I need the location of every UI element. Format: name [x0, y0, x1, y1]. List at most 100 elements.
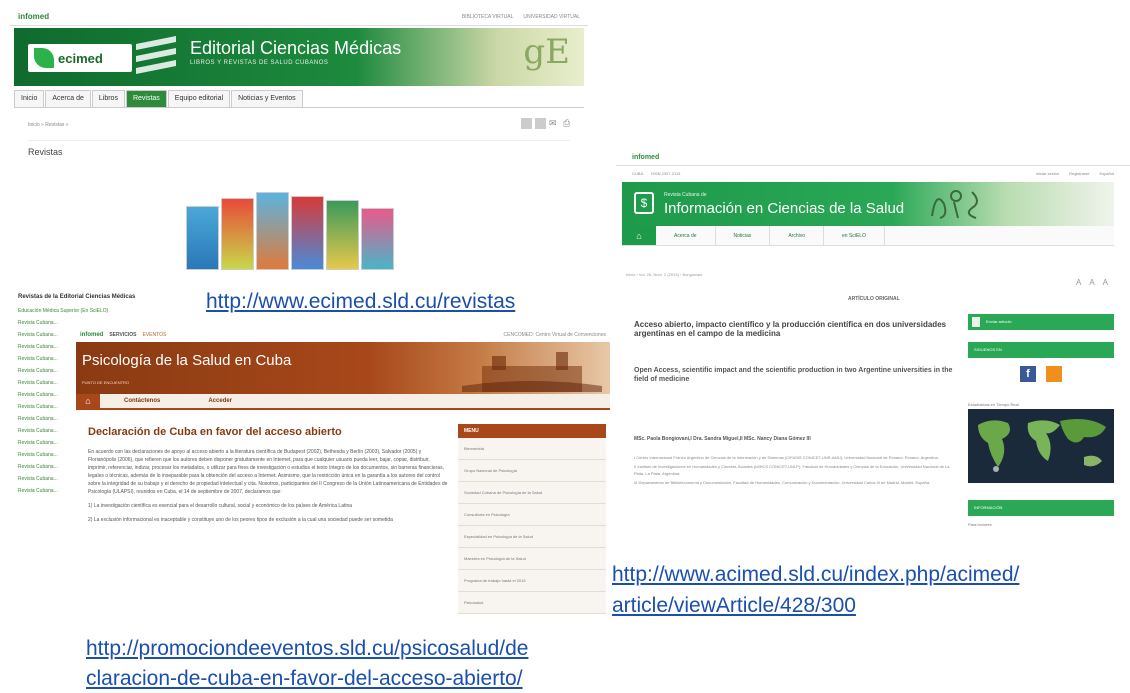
world-map-icon[interactable] [968, 409, 1114, 483]
cover-1 [186, 206, 219, 270]
print-icon[interactable]: ⎙ [563, 118, 574, 129]
declaration-heading: Declaración de Cuba en favor del acceso … [88, 426, 342, 438]
nav-contactenos[interactable]: Contáctenos [100, 398, 184, 404]
psicosalud-url-link-line1[interactable]: http://promociondeeventos.sld.cu/psicosa… [86, 637, 528, 661]
font-large-button[interactable]: A [1103, 278, 1108, 287]
article-title-en: Open Access, scientific impact and the s… [634, 367, 953, 383]
login-link[interactable]: Iniciar sesión [1036, 171, 1059, 176]
font-medium-button[interactable]: A [1089, 278, 1094, 287]
ecimed-title: Editorial Ciencias Médicas [190, 38, 402, 58]
menu-item[interactable]: Consultoría en Psicología [458, 504, 606, 526]
nav-inicio[interactable]: Inicio [14, 90, 45, 107]
breadcrumb: Inicio › Vol. 26, Núm. 2 (2015) › Bongio… [626, 272, 703, 277]
font-increase-icon[interactable] [535, 118, 546, 129]
ecimed-url-link[interactable]: http://www.ecimed.sld.cu/revistas [206, 290, 515, 314]
menu-item[interactable]: Maestría en Psicología de la Salud [458, 548, 606, 570]
menu-item[interactable]: Psicosalud [458, 592, 606, 614]
servicios-link[interactable]: SERVICIOS [109, 332, 136, 338]
ecimed-logo[interactable]: ecimed [28, 44, 132, 72]
nav-revistas[interactable]: Revistas [125, 90, 167, 107]
nav-equipo-editorial[interactable]: Equipo editorial [167, 90, 231, 107]
psico-title: Psicología de la Salud en Cuba [82, 352, 292, 369]
font-size-controls: A A A [1076, 278, 1108, 287]
follow-us-heading: SIGUENOS EN [968, 342, 1114, 358]
castle-icon [462, 352, 602, 392]
acimed-url-link-line2[interactable]: article/viewArticle/428/300 [612, 594, 856, 618]
acimed-subbar: CUBA ISSN 2307-2113 Iniciar sesión Regis… [616, 166, 1130, 180]
nav-archivo[interactable]: Archivo [770, 226, 824, 245]
list-item[interactable]: Educación Médica Superior (En SciELO) [18, 305, 178, 317]
menu-item[interactable]: Grupo Nacional de Psicología [458, 460, 606, 482]
information-heading: INFORMACIÓN [968, 500, 1114, 516]
acimed-title: Información en Ciencias de la Salud [664, 200, 905, 217]
cover-5 [326, 200, 359, 270]
article-affiliations: I Centro Internacional Franco Argentino … [634, 454, 954, 488]
ecimed-screenshot: infomed BIBLIOTECA VIRTUAL UNIVERSIDAD V… [10, 8, 588, 285]
ecimed-nav: Inicio Acerca de Libros Revistas Equipo … [14, 90, 584, 108]
infomed-logo[interactable]: infomed [632, 154, 659, 161]
affiliation: III Departamento de Biblioteconomía y Do… [634, 480, 931, 485]
email-icon[interactable]: ✉ [549, 118, 560, 129]
universidad-virtual-link[interactable]: UNIVERSIDAD VIRTUAL [523, 14, 580, 20]
for-readers-link[interactable]: Para lectores [968, 522, 1114, 527]
nav-libros[interactable]: Libros [91, 90, 125, 107]
journal-logo-icon: $ [634, 192, 654, 214]
decorative-figures-icon [931, 190, 978, 219]
biblioteca-virtual-link[interactable]: BIBLIOTECA VIRTUAL [462, 14, 514, 20]
nav-acerca-de[interactable]: Acerca de [656, 226, 716, 245]
affiliation: I Centro Internacional Franco Argentino … [634, 455, 939, 460]
cover-6 [361, 208, 394, 270]
cover-3 [256, 192, 289, 270]
cencomed-link[interactable]: CENCOMED: Centro Virtual de Convenciones [504, 332, 606, 338]
psico-subtitle: PUNTO DE ENCUENTRO [82, 380, 130, 385]
paragraph: 2) La exclusión informacional es inacept… [88, 517, 393, 523]
send-article-button[interactable]: Enviar artículo [968, 314, 1114, 330]
nav-en-scielo[interactable]: en SciELO [824, 226, 885, 245]
menu-item[interactable]: Sociedad Cubana de Psicología de la Salu… [458, 482, 606, 504]
journal-covers-image [186, 186, 394, 270]
menu-item[interactable]: Especialidad en Psicología de la Salud [458, 526, 606, 548]
paragraph: 1) La investigación científica es esenci… [88, 503, 353, 509]
psico-banner: Psicología de la Salud en Cuba PUNTO DE … [76, 342, 610, 394]
nav-noticias[interactable]: Noticias [716, 226, 771, 245]
acimed-topbar: infomed [616, 150, 1130, 166]
acimed-sidebar: Enviar artículo SIGUENOS EN f Estadístic… [968, 314, 1114, 527]
home-icon[interactable]: ⌂ [622, 226, 656, 245]
article-title-es: Acceso abierto, impacto científico y la … [634, 320, 947, 338]
font-small-button[interactable]: A [1076, 278, 1081, 287]
psicosalud-url-link-line2[interactable]: claracion-de-cuba-en-favor-del-acceso-ab… [86, 667, 523, 691]
infomed-logo[interactable]: infomed [80, 332, 103, 338]
article-type: ARTÍCULO ORIGINAL [848, 296, 900, 302]
ecimed-banner: ecimed Editorial Ciencias Médicas LIBROS… [14, 28, 584, 86]
breadcrumb: Inicio » Revistas » [28, 122, 69, 128]
facebook-icon[interactable]: f [1020, 366, 1036, 382]
page-tools: ✉ ⎙ [521, 118, 574, 129]
page-title: Revistas [28, 147, 63, 157]
issn-label: ISSN 2307-2113 [651, 170, 681, 176]
ecimed-topbar: infomed BIBLIOTECA VIRTUAL UNIVERSIDAD V… [10, 8, 588, 26]
acimed-screenshot: infomed CUBA ISSN 2307-2113 Iniciar sesi… [616, 150, 1130, 556]
eventos-link[interactable]: EVENTOS [142, 332, 166, 338]
rss-icon[interactable] [1046, 366, 1062, 382]
menu-item[interactable]: Programa de trabajo hasta el 2015 [458, 570, 606, 592]
language-select[interactable]: Español [1100, 171, 1114, 176]
psicosalud-screenshot: infomed SERVICIOS EVENTOS CENCOMED: Cent… [76, 328, 610, 628]
infomed-logo[interactable]: infomed [18, 12, 49, 21]
acimed-nav: ⌂ Acerca de Noticias Archivo en SciELO [622, 226, 1114, 246]
nav-noticias-eventos[interactable]: Noticias y Eventos [231, 90, 303, 107]
revistas-list-heading: Revistas de la Editorial Ciencias Médica… [18, 294, 136, 300]
menu-item[interactable]: Bienvenida [458, 438, 606, 460]
nav-acerca-de[interactable]: Acerca de [45, 90, 91, 107]
psico-nav: ⌂ Contáctenos Acceder [76, 393, 610, 410]
affiliation: II Instituto de Investigaciones en Human… [634, 464, 950, 476]
ecimed-subtitle: LIBROS Y REVISTAS DE SALUD CUBANOS [190, 60, 329, 66]
country-label: CUBA [632, 170, 644, 176]
acimed-url-link-line1[interactable]: http://www.acimed.sld.cu/index.php/acime… [612, 563, 1019, 587]
font-decrease-icon[interactable] [521, 118, 532, 129]
register-link[interactable]: Registrarse [1069, 171, 1089, 176]
ecimed-brand-text: ecimed [58, 50, 103, 66]
paragraph: En acuerdo con las declaraciones de apoy… [88, 449, 448, 495]
home-icon[interactable]: ⌂ [76, 393, 100, 409]
acimed-banner-small: Revista Cubana de [664, 192, 707, 198]
nav-acceder[interactable]: Acceder [184, 398, 256, 404]
